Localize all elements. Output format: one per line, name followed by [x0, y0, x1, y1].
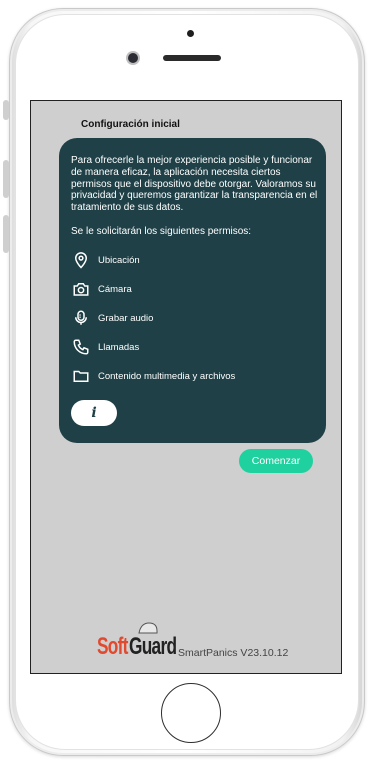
permission-item-camera: Cámara: [71, 279, 132, 299]
app-screen: Configuración inicial Para ofrecerle la …: [30, 100, 342, 674]
microphone-icon: [71, 308, 91, 328]
home-button[interactable]: [161, 683, 221, 743]
logo-soft-text: Soft: [97, 633, 128, 660]
permission-label: Llamadas: [98, 341, 140, 353]
permissions-heading: Se le solicitarán los siguientes permiso…: [71, 226, 252, 237]
earpiece-speaker: [163, 55, 221, 61]
mute-switch: [3, 100, 9, 120]
location-pin-icon: [71, 250, 91, 270]
app-version: SmartPanics V23.10.12: [178, 647, 289, 659]
permission-item-media: Contenido multimedia y archivos: [71, 366, 235, 386]
permission-item-location: Ubicación: [71, 250, 140, 270]
front-camera: [128, 53, 138, 63]
camera-icon: [71, 279, 91, 299]
permission-item-audio: Grabar audio: [71, 308, 153, 328]
permission-label: Grabar audio: [98, 312, 154, 324]
permission-label: Cámara: [98, 283, 132, 295]
proximity-sensor: [187, 30, 194, 37]
softguard-logo: Soft Guard: [97, 621, 177, 661]
permission-label: Contenido multimedia y archivos: [98, 370, 236, 382]
permissions-card: Para ofrecerle la mejor experiencia posi…: [59, 138, 326, 443]
info-button[interactable]: i: [71, 400, 117, 426]
volume-up-button: [3, 160, 9, 198]
page-title: Configuración inicial: [81, 119, 180, 130]
folder-icon: [71, 366, 91, 386]
permission-label: Ubicación: [98, 254, 140, 266]
start-button[interactable]: Comenzar: [239, 449, 313, 473]
volume-down-button: [3, 215, 9, 253]
phone-icon: [71, 337, 91, 357]
logo-guard-text: Guard: [129, 633, 177, 660]
intro-text: Para ofrecerle la mejor experiencia posi…: [71, 155, 318, 214]
permission-item-calls: Llamadas: [71, 337, 139, 357]
